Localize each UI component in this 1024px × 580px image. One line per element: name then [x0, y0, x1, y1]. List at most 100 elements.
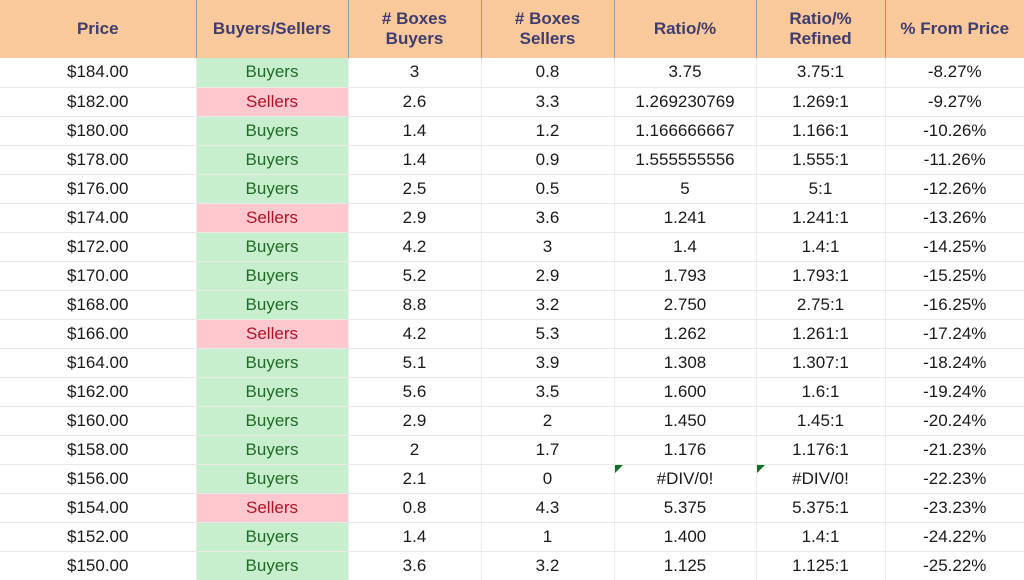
cell-ratio[interactable]: 1.308 — [614, 348, 757, 378]
column-header-buyers_sellers[interactable]: Buyers/Sellers — [196, 0, 349, 58]
cell-signal[interactable]: Buyers — [196, 232, 349, 262]
cell-boxes_buyers[interactable]: 2.9 — [348, 406, 482, 436]
cell-boxes_buyers[interactable]: 5.1 — [348, 348, 482, 378]
cell-boxes_sellers[interactable]: 2 — [481, 406, 615, 436]
cell-price[interactable]: $166.00 — [0, 319, 197, 349]
cell-boxes_sellers[interactable]: 3.3 — [481, 87, 615, 117]
cell-signal[interactable]: Buyers — [196, 522, 349, 552]
cell-price[interactable]: $180.00 — [0, 116, 197, 146]
cell-boxes_buyers[interactable]: 4.2 — [348, 232, 482, 262]
cell-price[interactable]: $178.00 — [0, 145, 197, 175]
cell-pct_from_price[interactable]: -14.25% — [885, 232, 1024, 262]
cell-ratio[interactable]: 1.241 — [614, 203, 757, 233]
cell-boxes_buyers[interactable]: 1.4 — [348, 116, 482, 146]
cell-boxes_buyers[interactable]: 2.5 — [348, 174, 482, 204]
cell-ratio[interactable]: 1.269230769 — [614, 87, 757, 117]
cell-ratio[interactable]: 1.793 — [614, 261, 757, 291]
cell-ratio[interactable]: 5.375 — [614, 493, 757, 523]
cell-signal[interactable]: Buyers — [196, 116, 349, 146]
cell-price[interactable]: $168.00 — [0, 290, 197, 320]
cell-pct_from_price[interactable]: -20.24% — [885, 406, 1024, 436]
cell-boxes_sellers[interactable]: 3.6 — [481, 203, 615, 233]
cell-ratio_refined[interactable]: 2.75:1 — [756, 290, 886, 320]
cell-boxes_buyers[interactable]: 2 — [348, 435, 482, 465]
cell-ratio_refined[interactable]: 1.6:1 — [756, 377, 886, 407]
cell-boxes_buyers[interactable]: 8.8 — [348, 290, 482, 320]
cell-boxes_sellers[interactable]: 3.2 — [481, 551, 615, 580]
cell-boxes_buyers[interactable]: 4.2 — [348, 319, 482, 349]
cell-boxes_sellers[interactable]: 1.2 — [481, 116, 615, 146]
cell-boxes_buyers[interactable]: 2.6 — [348, 87, 482, 117]
cell-ratio_refined[interactable]: 1.307:1 — [756, 348, 886, 378]
cell-ratio_refined[interactable]: 5.375:1 — [756, 493, 886, 523]
cell-signal[interactable]: Buyers — [196, 435, 349, 465]
cell-ratio[interactable]: 1.450 — [614, 406, 757, 436]
cell-ratio[interactable]: 1.555555556 — [614, 145, 757, 175]
cell-ratio_refined[interactable]: 1.261:1 — [756, 319, 886, 349]
cell-price[interactable]: $156.00 — [0, 464, 197, 494]
cell-boxes_sellers[interactable]: 4.3 — [481, 493, 615, 523]
cell-ratio[interactable]: 1.400 — [614, 522, 757, 552]
cell-price[interactable]: $184.00 — [0, 58, 197, 88]
cell-pct_from_price[interactable]: -24.22% — [885, 522, 1024, 552]
cell-price[interactable]: $182.00 — [0, 87, 197, 117]
cell-boxes_sellers[interactable]: 3.9 — [481, 348, 615, 378]
cell-signal[interactable]: Buyers — [196, 406, 349, 436]
column-header-boxes_buyers[interactable]: # Boxes Buyers — [348, 0, 482, 58]
cell-price[interactable]: $158.00 — [0, 435, 197, 465]
cell-price[interactable]: $154.00 — [0, 493, 197, 523]
cell-pct_from_price[interactable]: -17.24% — [885, 319, 1024, 349]
cell-boxes_sellers[interactable]: 2.9 — [481, 261, 615, 291]
cell-price[interactable]: $150.00 — [0, 551, 197, 580]
cell-ratio_refined[interactable]: 1.4:1 — [756, 232, 886, 262]
cell-signal[interactable]: Buyers — [196, 174, 349, 204]
cell-pct_from_price[interactable]: -19.24% — [885, 377, 1024, 407]
cell-ratio[interactable]: 1.166666667 — [614, 116, 757, 146]
cell-ratio[interactable]: 1.4 — [614, 232, 757, 262]
cell-signal[interactable]: Sellers — [196, 87, 349, 117]
cell-boxes_sellers[interactable]: 0.5 — [481, 174, 615, 204]
cell-ratio_refined[interactable]: 1.45:1 — [756, 406, 886, 436]
cell-price[interactable]: $162.00 — [0, 377, 197, 407]
cell-boxes_buyers[interactable]: 2.9 — [348, 203, 482, 233]
cell-ratio[interactable]: 3.75 — [614, 58, 757, 88]
cell-ratio[interactable]: 5 — [614, 174, 757, 204]
cell-boxes_sellers[interactable]: 0 — [481, 464, 615, 494]
cell-ratio[interactable]: 1.176 — [614, 435, 757, 465]
cell-boxes_sellers[interactable]: 5.3 — [481, 319, 615, 349]
cell-boxes_buyers[interactable]: 1.4 — [348, 522, 482, 552]
column-header-ratio_refined[interactable]: Ratio/% Refined — [756, 0, 886, 58]
cell-signal[interactable]: Buyers — [196, 58, 349, 88]
cell-signal[interactable]: Buyers — [196, 145, 349, 175]
cell-price[interactable]: $176.00 — [0, 174, 197, 204]
cell-pct_from_price[interactable]: -21.23% — [885, 435, 1024, 465]
cell-boxes_buyers[interactable]: 0.8 — [348, 493, 482, 523]
cell-pct_from_price[interactable]: -12.26% — [885, 174, 1024, 204]
cell-signal[interactable]: Buyers — [196, 348, 349, 378]
column-header-pct_from_price[interactable]: % From Price — [885, 0, 1024, 58]
cell-price[interactable]: $160.00 — [0, 406, 197, 436]
cell-ratio_refined[interactable]: 1.241:1 — [756, 203, 886, 233]
cell-ratio_refined[interactable]: 3.75:1 — [756, 58, 886, 88]
cell-signal[interactable]: Sellers — [196, 319, 349, 349]
column-header-price[interactable]: Price — [0, 0, 197, 58]
cell-price[interactable]: $164.00 — [0, 348, 197, 378]
cell-price[interactable]: $152.00 — [0, 522, 197, 552]
cell-pct_from_price[interactable]: -25.22% — [885, 551, 1024, 580]
cell-pct_from_price[interactable]: -13.26% — [885, 203, 1024, 233]
cell-boxes_sellers[interactable]: 1.7 — [481, 435, 615, 465]
cell-pct_from_price[interactable]: -9.27% — [885, 87, 1024, 117]
cell-ratio_refined[interactable]: 1.269:1 — [756, 87, 886, 117]
cell-boxes_buyers[interactable]: 3 — [348, 58, 482, 88]
cell-ratio_refined[interactable]: 5:1 — [756, 174, 886, 204]
cell-pct_from_price[interactable]: -10.26% — [885, 116, 1024, 146]
cell-ratio_refined[interactable]: 1.793:1 — [756, 261, 886, 291]
cell-signal[interactable]: Sellers — [196, 203, 349, 233]
cell-pct_from_price[interactable]: -18.24% — [885, 348, 1024, 378]
cell-price[interactable]: $170.00 — [0, 261, 197, 291]
cell-ratio[interactable]: 2.750 — [614, 290, 757, 320]
cell-signal[interactable]: Sellers — [196, 493, 349, 523]
cell-ratio_refined[interactable]: #DIV/0! — [756, 464, 886, 494]
cell-pct_from_price[interactable]: -16.25% — [885, 290, 1024, 320]
cell-pct_from_price[interactable]: -22.23% — [885, 464, 1024, 494]
